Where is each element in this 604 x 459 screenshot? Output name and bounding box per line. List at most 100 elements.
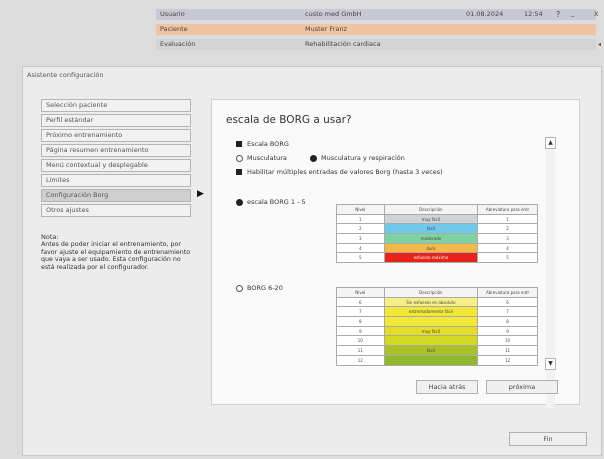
cell-desc-10 <box>383 335 479 347</box>
table-row[interactable]: 12 12 <box>336 354 538 366</box>
cell-nivel: 5 <box>336 252 385 264</box>
table-row[interactable]: 2 fácil 2 <box>336 223 538 235</box>
fin-button[interactable]: Fin <box>509 432 587 446</box>
radio-on-icon <box>310 154 317 162</box>
radio-off-icon <box>236 154 243 162</box>
help-button[interactable]: ? <box>556 9 560 20</box>
habilitar-multiples-checkbox[interactable]: Habilitar múltiples entradas de valores … <box>236 168 443 176</box>
cell-desc-3: moderado <box>383 233 479 244</box>
cell-desc-12 <box>383 354 479 366</box>
table-row[interactable]: 11 fácil 11 <box>336 345 538 356</box>
configuration-wizard: Asistente configuración Selección pacien… <box>22 66 602 456</box>
header-date: 01.08.2024 <box>466 10 504 18</box>
header-descripcion: Descripción <box>383 204 479 215</box>
nav-item-menu-contextual[interactable]: Menú contextual y desplegable <box>41 159 191 172</box>
nav-item-limites[interactable]: Límites <box>41 174 191 187</box>
table-row[interactable]: 3 moderado 3 <box>336 233 538 244</box>
header-value-paciente: Muster Franz <box>305 25 347 33</box>
header-time: 12:54 <box>524 10 543 18</box>
cell-desc-5: esfuerzo máximo <box>383 252 479 264</box>
note-title: Nota: <box>41 233 59 241</box>
next-button[interactable]: próxima <box>486 380 558 394</box>
header-value-usuario: custo med GmbH <box>305 10 362 18</box>
cell-desc-9: muy fácil <box>383 325 479 337</box>
cell-desc-6: Sin esfuerzo en absoluto <box>383 296 479 308</box>
page-title: escala de BORG a usar? <box>226 114 352 126</box>
header-value-evaluacion: Rehabilitación cardiaca <box>305 40 381 48</box>
borg-1-5-table: Nivel Descripción Abreviatura para entr … <box>336 204 538 264</box>
table-header-row: Nivel Descripción Abreviatura para entr <box>336 204 538 215</box>
cell-desc-1: muy fácil <box>383 213 479 225</box>
cell-abbr: 1 <box>477 213 538 225</box>
cell-abbr: 10 <box>477 335 538 347</box>
nav-item-perfil-estandar[interactable]: Perfil estándar <box>41 114 191 127</box>
cell-abbr: 6 <box>477 296 538 308</box>
cell-abbr: 11 <box>477 345 538 356</box>
cell-nivel: 3 <box>336 233 385 244</box>
cell-abbr: 9 <box>477 325 538 337</box>
cell-abbr: 2 <box>477 223 538 235</box>
musculatura-respiracion-label: Musculatura y respiración <box>321 154 405 162</box>
scroll-down-button[interactable]: ▼ <box>545 358 556 370</box>
header-abreviatura: Abreviatura para entr <box>477 204 538 215</box>
nav-item-otros-ajustes[interactable]: Otros ajustes <box>41 204 191 217</box>
cell-desc-2: fácil <box>383 223 479 235</box>
checkbox-checked-icon <box>236 169 242 175</box>
nav-item-pagina-resumen[interactable]: Página resumen entrenamiento <box>41 144 191 157</box>
header-nivel: Nivel <box>336 287 385 298</box>
borg-1-5-label: escala BORG 1 - 5 <box>247 198 306 206</box>
cell-nivel: 4 <box>336 242 385 254</box>
header-label-usuario: Usuario <box>160 10 185 18</box>
note-text: Antes de poder iniciar el entrenamiento,… <box>41 241 191 271</box>
cell-nivel: 10 <box>336 335 385 347</box>
table-row[interactable]: 9 muy fácil 9 <box>336 325 538 337</box>
escala-borg-checkbox[interactable]: Escala BORG <box>236 140 289 148</box>
close-button[interactable]: X <box>594 9 598 20</box>
table-row[interactable]: 88 <box>336 316 538 327</box>
cell-nivel: 1 <box>336 213 385 225</box>
cell-desc-7: extremadamente fácil <box>383 306 479 318</box>
cell-desc-11: fácil <box>383 345 479 356</box>
header-nivel: Nivel <box>336 204 385 215</box>
back-button[interactable]: Hacia atrás <box>416 380 478 394</box>
borg-6-20-radio[interactable]: BORG 6-20 <box>236 284 283 292</box>
nav-item-seleccion-paciente[interactable]: Selección paciente <box>41 99 191 112</box>
radio-on-icon <box>236 198 243 206</box>
borg-config-panel: escala de BORG a usar? Escala BORG Muscu… <box>211 99 580 408</box>
chevron-right-icon: ◂ <box>598 41 602 48</box>
cell-nivel: 11 <box>336 345 385 356</box>
app-header: Usuario Paciente Evaluación custo med Gm… <box>0 0 604 55</box>
active-arrow-icon: ▶ <box>197 189 204 199</box>
nav-item-proximo-entrenamiento[interactable]: Próximo entrenamiento <box>41 129 191 142</box>
cell-abbr: 12 <box>477 354 538 366</box>
borg-1-5-radio[interactable]: escala BORG 1 - 5 <box>236 198 306 206</box>
musculatura-radio[interactable]: Musculatura <box>236 154 287 162</box>
table-row[interactable]: 5 esfuerzo máximo 5 <box>336 252 538 264</box>
table-row[interactable]: 10 10 <box>336 335 538 347</box>
minimize-button[interactable]: _ <box>571 8 574 19</box>
scroll-up-button[interactable]: ▲ <box>545 137 556 149</box>
cell-nivel: 2 <box>336 223 385 235</box>
cell-desc-4: duro <box>383 242 479 254</box>
cell-abbr: 4 <box>477 242 538 254</box>
cell-nivel: 6 <box>336 296 385 308</box>
header-label-evaluacion: Evaluación <box>160 40 196 48</box>
table-row[interactable]: 4 duro 4 <box>336 242 538 254</box>
cell-desc-8 <box>383 316 479 327</box>
borg-6-20-table: Nivel Descripción Abreviatura para entr … <box>336 287 538 366</box>
musculatura-respiracion-radio[interactable]: Musculatura y respiración <box>310 154 405 162</box>
cell-nivel: 12 <box>336 354 385 366</box>
escala-borg-label: Escala BORG <box>247 140 289 148</box>
header-descripcion: Descripción <box>383 287 479 298</box>
cell-abbr: 3 <box>477 233 538 244</box>
cell-abbr: 8 <box>477 316 538 327</box>
cell-nivel: 7 <box>336 306 385 318</box>
header-abreviatura: Abreviatura para entr <box>477 287 538 298</box>
nav-item-configuracion-borg[interactable]: Configuración Borg <box>41 189 191 202</box>
header-row-paciente <box>156 24 596 35</box>
table-row[interactable]: 6 Sin esfuerzo en absoluto 6 <box>336 296 538 308</box>
cell-nivel: 8 <box>336 316 385 327</box>
habilitar-multiples-label: Habilitar múltiples entradas de valores … <box>247 168 443 176</box>
table-row[interactable]: 7 extremadamente fácil 7 <box>336 306 538 318</box>
table-row[interactable]: 1 muy fácil 1 <box>336 213 538 225</box>
